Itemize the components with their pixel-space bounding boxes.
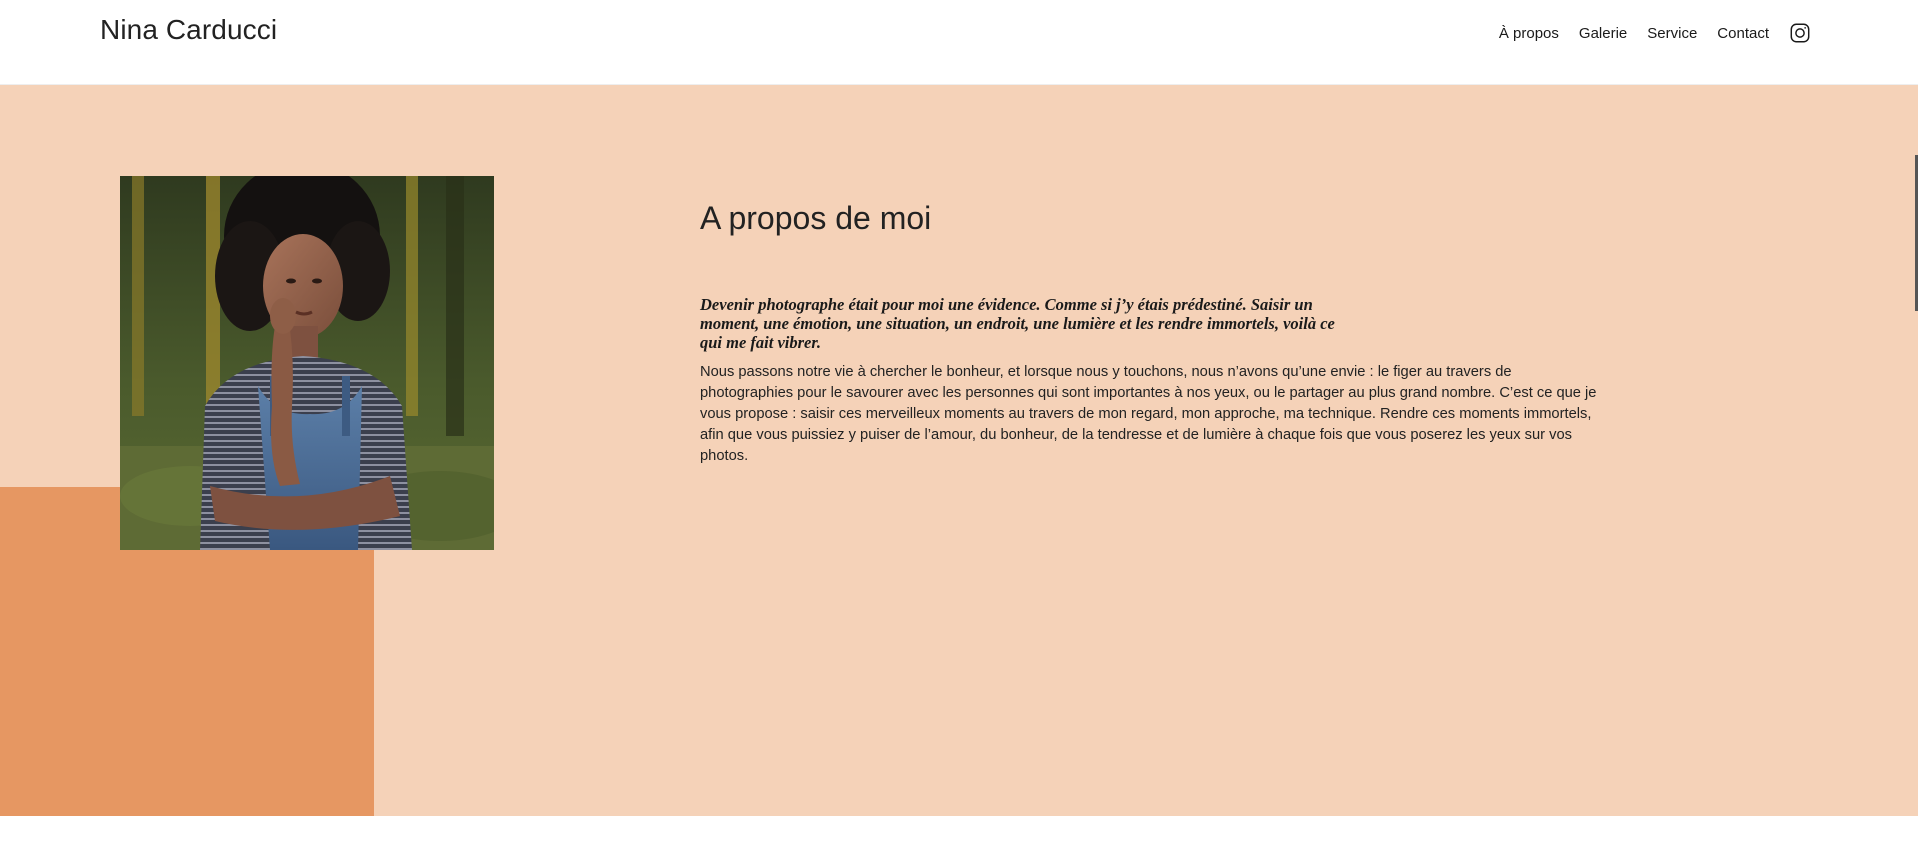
nav-link-contact[interactable]: Contact [1717, 25, 1769, 42]
about-section: A propos de moi Devenir photographe étai… [0, 85, 1918, 816]
nav-link-a-propos[interactable]: À propos [1499, 25, 1559, 42]
about-body-text: Nous passons notre vie à chercher le bon… [700, 364, 1597, 464]
nav-link-service[interactable]: Service [1647, 25, 1697, 42]
brand-logo-link[interactable]: Nina Carducci [100, 14, 277, 46]
about-content: A propos de moi Devenir photographe étai… [700, 200, 1600, 467]
instagram-icon[interactable] [1789, 22, 1811, 44]
main-nav: À propos Galerie Service Contact [1499, 22, 1811, 44]
about-lead-quote: Devenir photographe était pour moi une é… [700, 295, 1335, 352]
site-header: Nina Carducci À propos Galerie Service C… [0, 0, 1918, 85]
about-title: A propos de moi [700, 200, 932, 236]
portrait-photo [120, 176, 494, 550]
nav-link-galerie[interactable]: Galerie [1579, 25, 1627, 42]
